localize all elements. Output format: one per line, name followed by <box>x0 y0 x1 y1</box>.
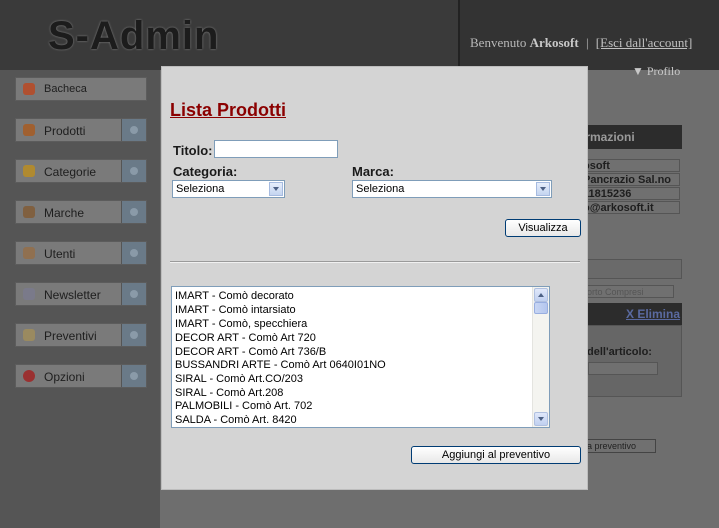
expand-icon[interactable] <box>121 365 146 387</box>
separator: | <box>585 35 589 50</box>
welcome-prefix: Benvenuto <box>470 35 527 50</box>
delete-link[interactable]: X Elimina <box>626 307 680 321</box>
app-logo: S-Admin <box>48 14 220 58</box>
profile-menu[interactable]: ▼ Profilo <box>632 64 680 79</box>
info-line: 11815236 <box>580 187 680 200</box>
info-line: osoft <box>580 159 680 172</box>
pencil-icon <box>23 329 35 341</box>
add-to-quote-button-bg[interactable]: a preventivo <box>584 439 656 453</box>
sidebar-item-categorie[interactable]: Categorie <box>15 159 147 183</box>
expand-icon[interactable] <box>121 160 146 182</box>
expand-icon[interactable] <box>121 119 146 141</box>
sidebar-item-marche[interactable]: Marche <box>15 200 147 224</box>
list-item[interactable]: IMART - Comò decorato <box>175 290 294 303</box>
article-label: dell'articolo: <box>587 346 652 358</box>
small-field[interactable]: orto Compresi <box>584 285 674 298</box>
users-icon <box>23 206 35 218</box>
scroll-thumb[interactable] <box>534 302 548 314</box>
marca-label: Marca: <box>352 164 394 179</box>
sidebar-item-prodotti[interactable]: Prodotti <box>15 118 147 142</box>
categoria-select-value: Seleziona <box>176 183 225 195</box>
expand-icon[interactable] <box>121 201 146 223</box>
chevron-down-icon[interactable] <box>269 182 283 196</box>
modal-title: Lista Prodotti <box>170 100 286 120</box>
categoria-label: Categoria: <box>173 164 238 179</box>
list-scrollbar[interactable] <box>532 287 549 427</box>
info-line: Pancrazio Sal.no <box>580 173 680 186</box>
marca-select[interactable]: Seleziona <box>352 180 552 198</box>
expand-icon[interactable] <box>121 283 146 305</box>
expand-icon[interactable] <box>121 324 146 346</box>
scroll-up-icon[interactable] <box>534 288 548 302</box>
list-item[interactable]: DECOR ART - Comò Art 720 <box>175 332 316 345</box>
box-icon <box>23 124 35 136</box>
sidebar-item-preventivi[interactable]: Preventivi <box>15 323 147 347</box>
titolo-label: Titolo: <box>173 143 213 158</box>
sidebar-item-label: Preventivi <box>44 329 97 343</box>
list-item[interactable]: SALDA - Comò Art. 8420 <box>175 414 297 427</box>
sidebar-item-opzioni[interactable]: Opzioni <box>15 364 147 388</box>
add-to-quote-button[interactable]: Aggiungi al preventivo <box>411 446 581 464</box>
user-icon <box>23 247 35 259</box>
sidebar-item-label: Categorie <box>44 165 97 179</box>
product-list-modal: Lista Prodotti Titolo: Categoria: Selezi… <box>161 66 588 490</box>
home-icon <box>23 83 35 95</box>
sidebar-item-bacheca[interactable]: Bacheca <box>15 77 147 101</box>
username: Arkosoft <box>529 35 579 50</box>
sidebar-item-label: Newsletter <box>44 288 101 302</box>
list-item[interactable]: DECOR ART - Comò Art 736/B <box>175 346 326 359</box>
product-listbox[interactable]: IMART - Comò decorato IMART - Comò intar… <box>171 286 550 428</box>
visualizza-button[interactable]: Visualizza <box>505 219 581 237</box>
list-item[interactable]: SIRAL - Comò Art.CO/203 <box>175 373 303 386</box>
sidebar-item-label: Utenti <box>44 247 76 261</box>
panel-block <box>580 259 682 279</box>
sidebar-item-label: Opzioni <box>44 370 85 384</box>
options-icon <box>23 370 35 382</box>
titolo-input[interactable] <box>214 140 338 158</box>
panel-block <box>580 325 682 397</box>
sidebar: Bacheca Prodotti Categorie Marche Utenti… <box>0 70 160 528</box>
sidebar-item-newsletter[interactable]: Newsletter <box>15 282 147 306</box>
logout-link[interactable]: [Esci dall'account] <box>596 35 693 50</box>
mail-icon <box>23 288 35 300</box>
sidebar-item-label: Prodotti <box>44 124 86 138</box>
chevron-down-icon[interactable] <box>536 182 550 196</box>
list-item[interactable]: PALMOBILI - Comò Art. 702 <box>175 400 312 413</box>
categoria-select[interactable]: Seleziona <box>172 180 285 198</box>
list-item[interactable]: IMART - Comò, specchiera <box>175 318 307 331</box>
info-line: o@arkosoft.it <box>580 201 680 214</box>
list-item[interactable]: IMART - Comò intarsiato <box>175 304 296 317</box>
marca-select-value: Seleziona <box>356 183 405 195</box>
article-field[interactable] <box>588 362 658 375</box>
list-item[interactable]: SIRAL - Comò Art.208 <box>175 387 283 400</box>
expand-icon[interactable] <box>121 242 146 264</box>
divider <box>170 261 580 263</box>
sidebar-item-utenti[interactable]: Utenti <box>15 241 147 265</box>
list-item[interactable]: BUSSANDRI ARTE - Comò Art 0640I01NO <box>175 359 386 372</box>
header: S-Admin Benvenuto Arkosoft | [Esci dall'… <box>0 0 719 78</box>
scroll-down-icon[interactable] <box>534 412 548 426</box>
sidebar-item-label: Marche <box>44 206 85 220</box>
folder-icon <box>23 165 35 177</box>
welcome-text: Benvenuto Arkosoft | [Esci dall'account] <box>470 35 692 51</box>
sidebar-item-label: Bacheca <box>44 83 87 95</box>
